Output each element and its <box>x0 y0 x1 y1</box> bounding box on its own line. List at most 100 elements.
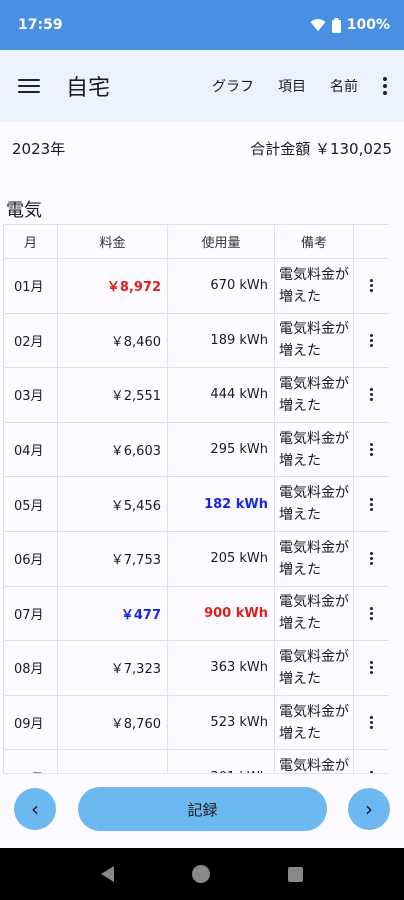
nav-recents-icon[interactable] <box>288 866 303 882</box>
row-more-vert-icon[interactable] <box>370 606 373 620</box>
record-button[interactable]: 記録 <box>78 787 327 831</box>
record-button-label: 記録 <box>187 800 218 819</box>
cell-month: 02月 <box>3 312 58 369</box>
row-more-vert-icon[interactable] <box>370 443 373 457</box>
name-button[interactable]: 名前 <box>330 76 358 96</box>
section-title: 電気 <box>6 200 42 221</box>
row-more-vert-icon[interactable] <box>370 661 373 675</box>
cell-note: 電気料金が増えた <box>274 640 354 696</box>
cell-fee: ￥8,460 <box>57 312 168 369</box>
items-button[interactable]: 項目 <box>278 76 306 96</box>
year-label: 2023年 <box>12 140 66 158</box>
header-usage: 使用量 <box>167 224 275 259</box>
battery-percent: 100% <box>346 17 390 33</box>
cell-usage: 205 kWh <box>167 530 275 587</box>
cell-month: 07月 <box>3 585 58 642</box>
table-row[interactable]: 10月￥3,120301 kWh電気料金が増えた <box>3 749 389 773</box>
cell-note: 電気料金が増えた <box>274 530 354 587</box>
system-nav-bar <box>0 848 404 900</box>
header-month: 月 <box>3 224 58 259</box>
table-row[interactable]: 03月 ￥2,551 444 kWh 電気料金が増えた <box>3 367 389 423</box>
cell-fee: ￥8,972 <box>57 258 168 314</box>
cell-usage: 295 kWh <box>167 421 275 478</box>
chevron-right-icon: › <box>365 797 373 821</box>
row-more-vert-icon[interactable] <box>370 388 373 402</box>
cell-menu <box>353 694 389 751</box>
wifi-icon <box>310 19 326 31</box>
cell-fee: ￥2,551 <box>57 367 168 423</box>
row-more-vert-icon[interactable] <box>370 770 373 773</box>
cell-usage: 189 kWh <box>167 312 275 369</box>
cell-usage: 670 kWh <box>167 258 275 314</box>
row-more-vert-icon[interactable] <box>370 279 373 293</box>
status-icons: 100% <box>310 17 390 33</box>
cell-note: 電気料金が増えた <box>274 367 354 423</box>
table-row[interactable]: 07月 ￥477 900 kWh 電気料金が増えた <box>3 585 389 642</box>
cell-menu <box>353 367 389 423</box>
table-row[interactable]: 01月 ￥8,972 670 kWh 電気料金が増えた <box>3 258 389 314</box>
app-actions: グラフ 項目 名前 <box>212 75 392 97</box>
table-header-row: 月 料金 使用量 備考 <box>3 224 389 259</box>
table-row[interactable]: 09月 ￥8,760 523 kWh 電気料金が増えた <box>3 694 389 751</box>
cell-note: 電気料金が増えた <box>274 476 354 532</box>
summary-row: 2023年 合計金額 ￥130,025 <box>12 138 392 158</box>
next-month-button[interactable]: › <box>348 788 390 830</box>
header-fee: 料金 <box>57 224 168 259</box>
total-amount: 合計金額 ￥130,025 <box>250 140 392 158</box>
row-more-vert-icon[interactable] <box>370 716 373 730</box>
cell-fee: ￥477 <box>57 585 168 642</box>
row-more-vert-icon[interactable] <box>370 552 373 566</box>
cell-month: 01月 <box>3 258 58 314</box>
table-row[interactable]: 06月 ￥7,753 205 kWh 電気料金が増えた <box>3 530 389 587</box>
cell-usage: 444 kWh <box>167 367 275 423</box>
cell-menu <box>353 421 389 478</box>
cell-usage: 363 kWh <box>167 640 275 696</box>
cell-fee: ￥8,760 <box>57 694 168 751</box>
cell-menu <box>353 749 389 773</box>
cell-fee: ￥3,120 <box>57 749 168 773</box>
cell-note: 電気料金が増えた <box>274 258 354 314</box>
cell-month: 03月 <box>3 367 58 423</box>
row-more-vert-icon[interactable] <box>370 333 373 347</box>
header-menu <box>353 224 389 259</box>
cell-menu <box>353 312 389 369</box>
cell-month: 05月 <box>3 476 58 532</box>
cell-fee: ￥7,323 <box>57 640 168 696</box>
cell-menu <box>353 258 389 314</box>
status-bar: 17:59 100% <box>0 0 404 50</box>
usage-table: 月 料金 使用量 備考 01月 ￥8,972 670 kWh 電気料金が増えた 02月 ￥… <box>3 224 389 773</box>
more-vert-icon[interactable] <box>378 75 392 97</box>
table-row[interactable]: 04月 ￥6,603 295 kWh 電気料金が増えた <box>3 421 389 478</box>
bottom-bar: ‹ 記録 › <box>0 775 404 848</box>
cell-month: 08月 <box>3 640 58 696</box>
status-time: 17:59 <box>18 17 63 33</box>
cell-note: 電気料金が増えた <box>274 421 354 478</box>
cell-usage: 301 kWh <box>167 749 275 773</box>
graph-button[interactable]: グラフ <box>212 76 254 96</box>
prev-month-button[interactable]: ‹ <box>14 788 56 830</box>
table-row[interactable]: 08月 ￥7,323 363 kWh 電気料金が増えた <box>3 640 389 696</box>
cell-month: 04月 <box>3 421 58 478</box>
cell-note: 電気料金が増えた <box>274 312 354 369</box>
cell-menu <box>353 585 389 642</box>
nav-back-icon[interactable] <box>101 866 114 882</box>
app-bar: 自宅 グラフ 項目 名前 <box>0 50 404 122</box>
cell-note: 電気料金が増えた <box>274 694 354 751</box>
table-row[interactable]: 02月 ￥8,460 189 kWh 電気料金が増えた <box>3 312 389 369</box>
cell-fee: ￥7,753 <box>57 530 168 587</box>
cell-usage: 900 kWh <box>167 585 275 642</box>
cell-usage: 523 kWh <box>167 694 275 751</box>
cell-note: 電気料金が増えた <box>274 585 354 642</box>
battery-icon <box>331 17 341 33</box>
hamburger-menu-icon[interactable] <box>18 74 42 98</box>
table-row[interactable]: 05月 ￥5,456 182 kWh 電気料金が増えた <box>3 476 389 532</box>
cell-menu <box>353 476 389 532</box>
nav-home-icon[interactable] <box>192 865 210 883</box>
row-more-vert-icon[interactable] <box>370 497 373 511</box>
cell-note: 電気料金が増えた <box>274 749 354 773</box>
chevron-left-icon: ‹ <box>31 797 39 821</box>
usage-table-container[interactable]: 月 料金 使用量 備考 01月 ￥8,972 670 kWh 電気料金が増えた 02月 ￥… <box>3 224 389 774</box>
cell-month: 10月 <box>3 749 58 773</box>
cell-fee: ￥5,456 <box>57 476 168 532</box>
cell-menu <box>353 530 389 587</box>
